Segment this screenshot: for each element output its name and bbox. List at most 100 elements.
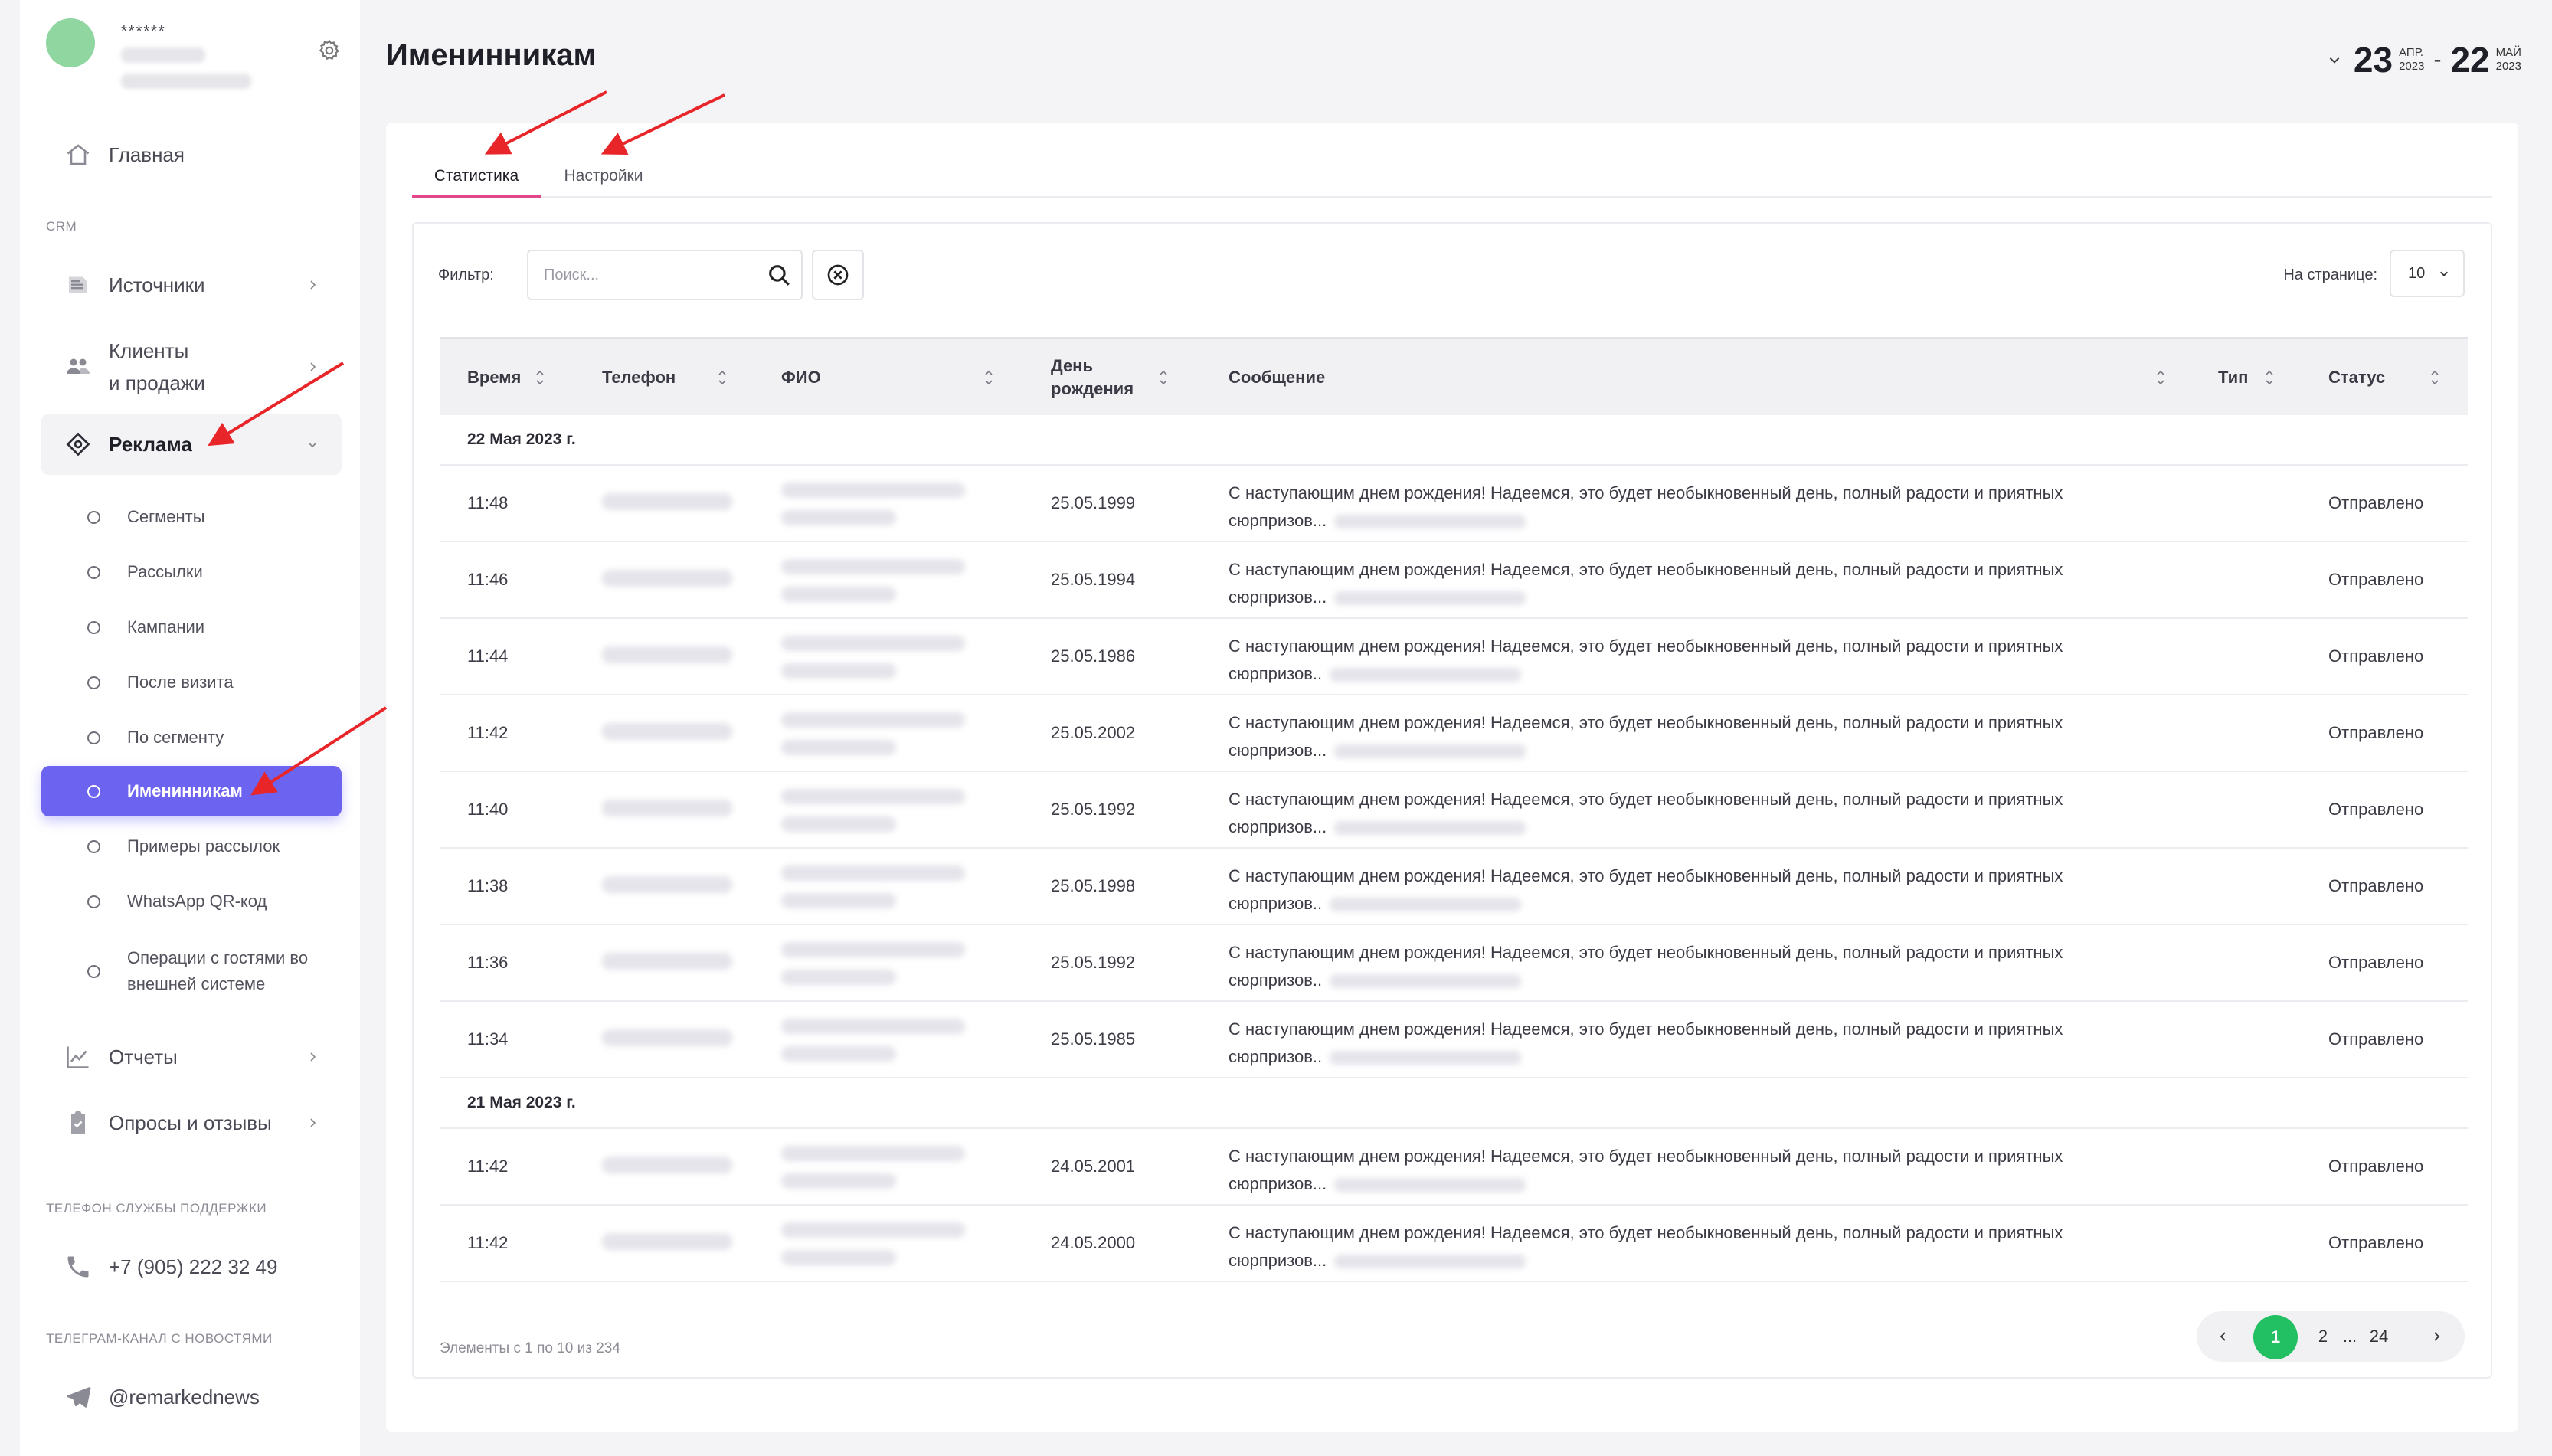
cell-message: С наступающим днем рождения! Надеемся, э… bbox=[1229, 1016, 2194, 1071]
column-header-message[interactable]: Сообщение bbox=[1229, 339, 1325, 417]
column-header-birthday[interactable]: День рождения bbox=[1051, 339, 1143, 417]
sort-icon[interactable] bbox=[983, 366, 994, 389]
cell-message: С наступающим днем рождения! Надеемся, э… bbox=[1229, 1219, 2194, 1274]
profile-block[interactable]: ****** bbox=[46, 18, 345, 95]
support-phone-link[interactable]: +7 (905) 222 32 49 bbox=[41, 1236, 342, 1297]
column-header-time[interactable]: Время bbox=[467, 339, 521, 417]
search-icon[interactable] bbox=[766, 262, 792, 288]
table-row[interactable]: 11:42 25.05.2002 С наступающим днем рожден… bbox=[440, 695, 2468, 772]
avatar[interactable] bbox=[46, 18, 95, 67]
cell-status: Отправлено bbox=[2328, 800, 2424, 819]
message-text: С наступающим днем рождения! Надеемся, э… bbox=[1229, 943, 2063, 962]
sidebar-subitem-campaigns[interactable]: Кампании bbox=[41, 602, 342, 653]
sidebar-item-sources[interactable]: Источники bbox=[41, 254, 342, 316]
message-blurred-name bbox=[1330, 1051, 1522, 1065]
cell-fio-blurred bbox=[781, 510, 896, 525]
sort-icon[interactable] bbox=[2429, 366, 2440, 389]
cell-fio-blurred bbox=[781, 1173, 896, 1189]
table-row[interactable]: 11:48 25.05.1999 С наступающим днем рожден… bbox=[440, 466, 2468, 542]
pagination-info: Элементы с 1 по 10 из 234 bbox=[440, 1340, 620, 1356]
per-page-select[interactable]: 10 bbox=[2390, 250, 2465, 297]
close-circle-icon bbox=[827, 264, 849, 286]
gear-icon[interactable] bbox=[317, 38, 342, 63]
message-text: С наступающим днем рождения! Надеемся, э… bbox=[1229, 1147, 2063, 1166]
sidebar-subitem-mailing-examples[interactable]: Примеры рассылок bbox=[41, 821, 342, 872]
table-row[interactable]: 11:36 25.05.1992 С наступающим днем рожден… bbox=[440, 925, 2468, 1002]
circle-icon bbox=[87, 784, 100, 798]
cell-phone-blurred bbox=[602, 953, 732, 970]
column-header-label: Время bbox=[467, 368, 522, 387]
cell-fio-blurred bbox=[781, 893, 896, 908]
cell-birthday: 25.05.1992 bbox=[1051, 953, 1136, 972]
table-row[interactable]: 11:40 25.05.1992 С наступающим днем рожден… bbox=[440, 772, 2468, 849]
cell-status: Отправлено bbox=[2328, 1029, 2424, 1049]
filter-label: Фильтр: bbox=[438, 267, 494, 283]
sidebar-item-surveys[interactable]: Опросы и отзывы bbox=[41, 1092, 342, 1153]
table-row[interactable]: 11:42 24.05.2001 С наступающим днем рожден… bbox=[440, 1129, 2468, 1206]
cell-time: 11:36 bbox=[467, 953, 509, 972]
chevron-right-icon bbox=[310, 362, 316, 371]
page-button-2[interactable]: 2 bbox=[2312, 1311, 2334, 1362]
sidebar-subitem-segments[interactable]: Сегменты bbox=[41, 492, 342, 542]
home-icon bbox=[67, 144, 90, 165]
cell-fio-blurred bbox=[781, 1250, 896, 1265]
message-text: С наступающим днем рождения! Надеемся, э… bbox=[1229, 866, 2063, 885]
sidebar-subitem-after-visit[interactable]: После визита bbox=[41, 657, 342, 708]
tab-statistics[interactable]: Статистика bbox=[412, 161, 541, 198]
sidebar-subitem-mailings[interactable]: Рассылки bbox=[41, 547, 342, 597]
column-header-phone[interactable]: Телефон bbox=[602, 339, 676, 417]
cell-phone-blurred bbox=[602, 723, 732, 740]
sidebar-subitem-whatsapp-qr[interactable]: WhatsApp QR-код bbox=[41, 876, 342, 927]
table-row[interactable]: 11:38 25.05.1998 С наступающим днем рожден… bbox=[440, 849, 2468, 925]
sidebar-item-label: Главная bbox=[109, 143, 185, 166]
sort-icon[interactable] bbox=[535, 366, 545, 389]
prev-page-button[interactable] bbox=[2212, 1311, 2235, 1362]
table-row[interactable]: 11:44 25.05.1986 С наступающим днем рожден… bbox=[440, 619, 2468, 695]
column-header-fio[interactable]: ФИО bbox=[781, 339, 821, 417]
message-blurred-name bbox=[1330, 668, 1522, 682]
message-blurred-name bbox=[1334, 1178, 1526, 1193]
sort-icon[interactable] bbox=[1158, 366, 1169, 389]
table-row[interactable]: 11:42 24.05.2000 С наступающим днем рожден… bbox=[440, 1206, 2468, 1282]
date-range-picker[interactable]: 23 АПР. 2023 - 22 МАЙ 2023 bbox=[2328, 37, 2521, 83]
sort-icon[interactable] bbox=[2264, 366, 2275, 389]
next-page-button[interactable] bbox=[2425, 1311, 2448, 1362]
page-button-1[interactable]: 1 bbox=[2253, 1315, 2298, 1359]
sidebar-subitem-by-segment[interactable]: По сегменту bbox=[41, 712, 342, 763]
search-input[interactable] bbox=[528, 251, 758, 299]
cell-fio-blurred bbox=[781, 712, 965, 728]
clear-filter-button[interactable] bbox=[812, 250, 864, 300]
sort-icon[interactable] bbox=[2155, 366, 2166, 389]
sidebar-subitem-external-ops[interactable]: Операции с гостями во внешней системе bbox=[41, 934, 342, 1008]
sidebar-item-home[interactable]: Главная bbox=[41, 124, 342, 185]
table-row[interactable]: 11:34 25.05.1985 С наступающим днем рожден… bbox=[440, 1002, 2468, 1078]
cell-fio-blurred bbox=[781, 970, 896, 985]
profile-org-blurred bbox=[121, 74, 251, 89]
sidebar-item-advertising[interactable]: Реклама bbox=[41, 414, 342, 475]
sidebar-item-reports[interactable]: Отчеты bbox=[41, 1026, 342, 1088]
clipboard-check-icon bbox=[71, 1111, 85, 1134]
tab-settings[interactable]: Настройки bbox=[547, 161, 660, 198]
page-button-24[interactable]: 24 bbox=[2364, 1311, 2394, 1362]
date-to-day: 22 bbox=[2450, 40, 2490, 80]
cell-time: 11:42 bbox=[467, 1157, 509, 1176]
cell-phone-blurred bbox=[602, 493, 732, 510]
cell-status: Отправлено bbox=[2328, 1157, 2424, 1176]
table-row[interactable]: 11:46 25.05.1994 С наступающим днем рожден… bbox=[440, 542, 2468, 619]
sidebar-item-clients-sales[interactable]: Клиенты и продажи bbox=[41, 332, 342, 401]
sidebar-subitem-birthdays[interactable]: Именинникам bbox=[41, 766, 342, 816]
sidebar-subitem-label: Операции с гостями во внешней системе bbox=[127, 948, 309, 993]
column-header-status[interactable]: Статус bbox=[2328, 339, 2385, 417]
sidebar-subitem-label: Примеры рассылок bbox=[127, 836, 280, 856]
telegram-link[interactable]: @remarkednews bbox=[41, 1366, 342, 1428]
chevron-right-icon bbox=[310, 1052, 316, 1062]
cell-message: С наступающим днем рождения! Надеемся, э… bbox=[1229, 556, 2194, 611]
column-header-type[interactable]: Тип bbox=[2218, 339, 2248, 417]
message-blurred-name bbox=[1334, 744, 1526, 759]
message-tail: сюрпризов... bbox=[1229, 817, 1327, 836]
profile-subtitle-blurred bbox=[121, 47, 205, 63]
per-page-value: 10 bbox=[2408, 264, 2426, 282]
date-from-month-year: АПР. 2023 bbox=[2399, 46, 2424, 74]
message-tail: сюрпризов.. bbox=[1229, 894, 1323, 913]
sort-icon[interactable] bbox=[717, 366, 728, 389]
